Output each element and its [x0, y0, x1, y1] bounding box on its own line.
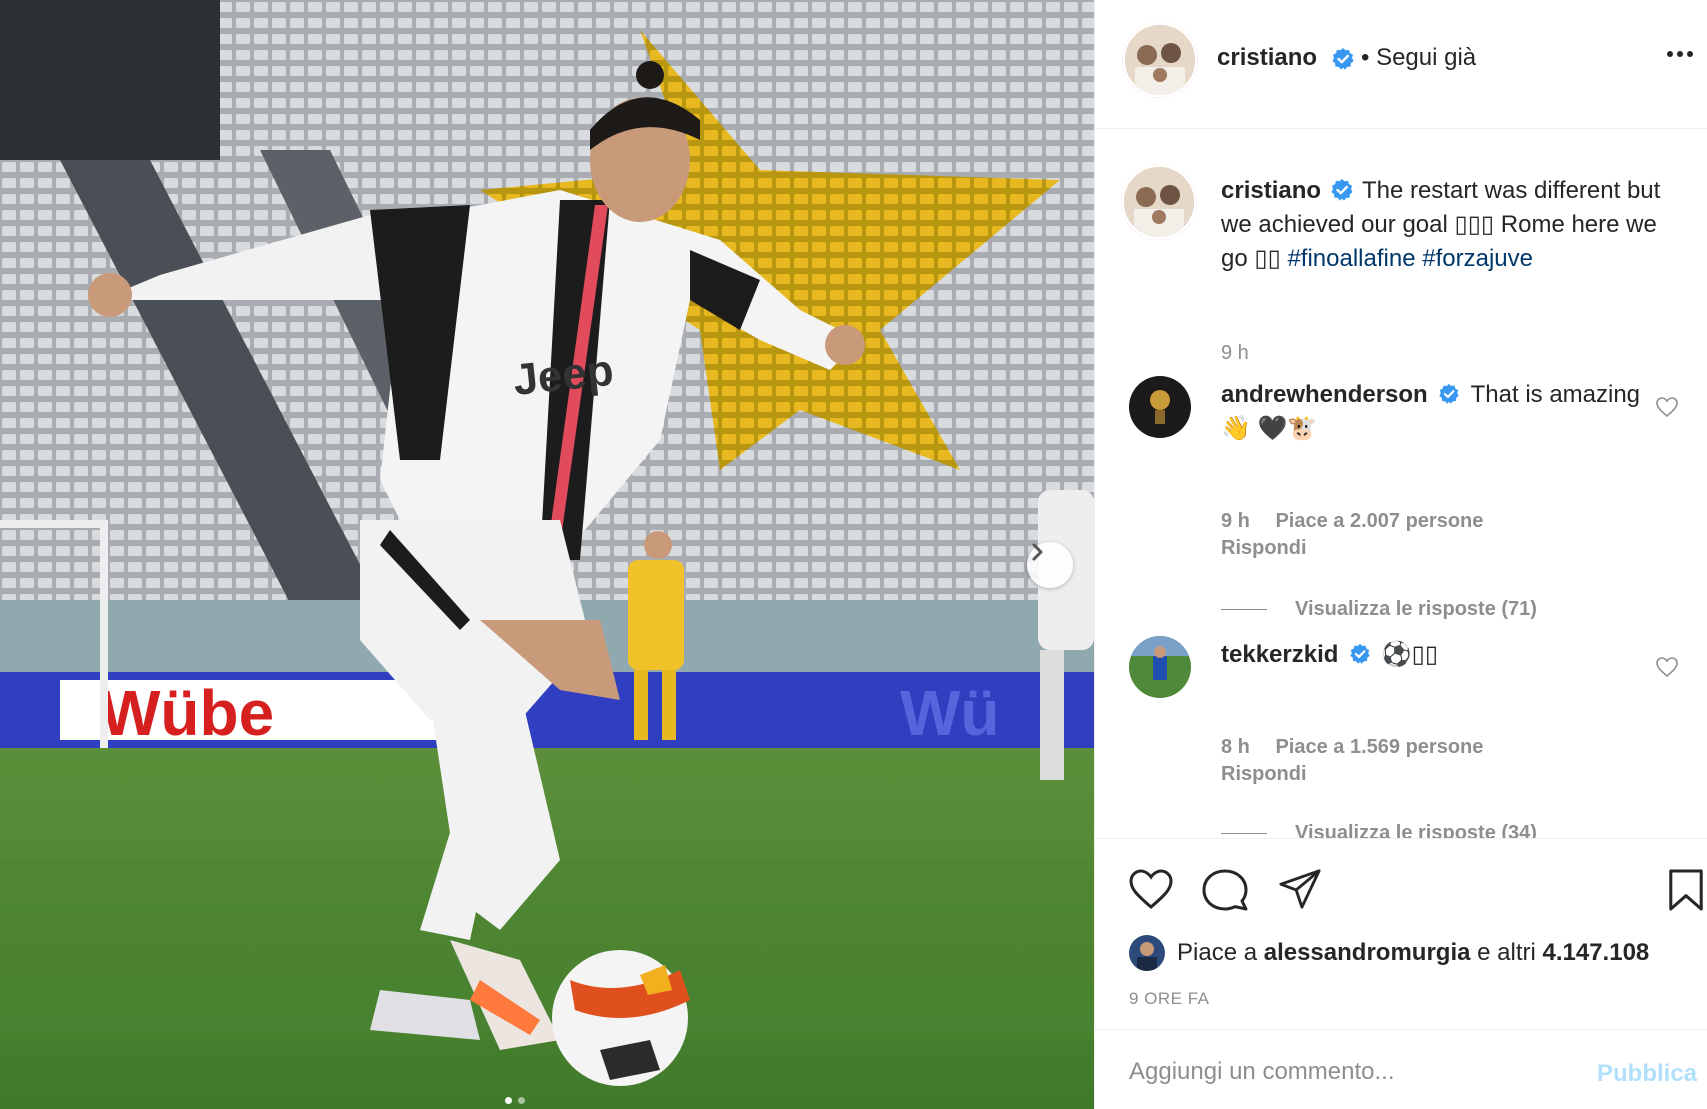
comment-meta: 8 h Piace a 1.569 persone: [1221, 736, 1503, 759]
post-caption: cristiano The restart was different but …: [1221, 174, 1661, 276]
replies-divider: [1221, 833, 1267, 834]
carousel-dot: [518, 1097, 525, 1104]
commenter-username[interactable]: tekkerzkid: [1221, 641, 1338, 668]
view-replies-label: Visualizza le risposte (71): [1295, 598, 1537, 620]
verified-badge-icon: [1439, 383, 1460, 404]
commenter-avatar[interactable]: [1129, 636, 1191, 698]
stadium-scene: Wübe Wü Jeep: [0, 0, 1094, 1109]
avatar-image: [1129, 935, 1165, 971]
carousel-dot-active: [505, 1097, 512, 1104]
comment-meta: 9 h Piace a 2.007 persone: [1221, 510, 1503, 533]
likes-summary[interactable]: Piace a alessandromurgia e altri 4.147.1…: [1129, 935, 1649, 971]
comment-icon[interactable]: [1201, 867, 1249, 913]
replies-divider: [1221, 609, 1267, 610]
caption-author-avatar[interactable]: [1121, 164, 1197, 240]
avatar-image: [1124, 167, 1194, 237]
author-avatar[interactable]: [1122, 22, 1198, 98]
comment-likes[interactable]: Piace a 1.569 persone: [1275, 736, 1483, 758]
reply-button[interactable]: Rispondi: [1221, 763, 1307, 786]
comment-text: andrewhenderson That is amazing 👋 🖤🐮: [1221, 378, 1641, 446]
share-icon[interactable]: [1277, 867, 1323, 911]
svg-text:Wü: Wü: [900, 677, 1000, 749]
hashtag-link[interactable]: #finoallafine: [1287, 245, 1415, 272]
svg-text:Wübe: Wübe: [100, 677, 274, 749]
view-replies-button[interactable]: Visualizza le risposte (71): [1221, 598, 1537, 621]
commenter-avatar[interactable]: [1129, 376, 1191, 438]
likes-prefix: Piace a: [1177, 939, 1264, 966]
post-side-panel: cristiano • Segui già cristiano The rest…: [1094, 0, 1707, 1109]
heart-icon[interactable]: [1127, 867, 1175, 911]
avatar-image: [1125, 25, 1195, 95]
verified-badge-icon: [1332, 48, 1354, 70]
comment-timestamp[interactable]: 9 h: [1221, 510, 1250, 532]
comment-like-heart-icon[interactable]: [1655, 396, 1679, 418]
avatar-image: [1129, 636, 1191, 698]
liker-username[interactable]: alessandromurgia: [1264, 939, 1471, 967]
carousel-indicator: [505, 1097, 525, 1104]
publish-button[interactable]: Pubblica: [1597, 1060, 1697, 1088]
liker-avatar[interactable]: [1129, 935, 1165, 971]
likes-suffix: e altri: [1470, 939, 1543, 966]
comment-text: tekkerzkid ⚽▯▯: [1221, 638, 1641, 672]
caption-username[interactable]: cristiano: [1221, 177, 1321, 204]
verified-badge-icon: [1331, 178, 1353, 201]
comment-body: ⚽▯▯: [1381, 641, 1439, 668]
svg-text:Jeep: Jeep: [511, 346, 616, 405]
comment-timestamp[interactable]: 8 h: [1221, 736, 1250, 758]
bookmark-icon[interactable]: [1667, 867, 1705, 913]
view-replies-label: Visualizza le risposte (34): [1295, 822, 1537, 838]
post-time-ago[interactable]: 9 ORE FA: [1129, 989, 1210, 1009]
carousel-next-button[interactable]: [1027, 542, 1073, 588]
post-header: cristiano • Segui già: [1095, 0, 1707, 129]
follow-status-button[interactable]: • Segui già: [1361, 44, 1476, 72]
avatar-image: [1129, 376, 1191, 438]
comments-section[interactable]: cristiano The restart was different but …: [1095, 130, 1707, 838]
more-options-icon[interactable]: [1667, 50, 1693, 58]
comment-like-heart-icon[interactable]: [1655, 656, 1679, 678]
add-comment-bar: Pubblica: [1095, 1029, 1707, 1109]
chevron-right-icon: [1032, 543, 1043, 561]
post-actions: Piace a alessandromurgia e altri 4.147.1…: [1095, 838, 1707, 1028]
reply-button[interactable]: Rispondi: [1221, 537, 1307, 560]
author-username[interactable]: cristiano: [1217, 44, 1317, 72]
verified-badge-icon: [1350, 643, 1370, 664]
view-replies-button[interactable]: Visualizza le risposte (34): [1221, 822, 1537, 838]
hashtag-link[interactable]: #forzajuve: [1422, 245, 1533, 272]
caption-timestamp[interactable]: 9 h: [1221, 342, 1249, 365]
post-photo[interactable]: Wübe Wü Jeep: [0, 0, 1094, 1109]
comment-input[interactable]: [1129, 1052, 1569, 1092]
commenter-username[interactable]: andrewhenderson: [1221, 381, 1428, 408]
likes-count[interactable]: 4.147.108: [1543, 939, 1650, 967]
comment-likes[interactable]: Piace a 2.007 persone: [1275, 510, 1483, 532]
